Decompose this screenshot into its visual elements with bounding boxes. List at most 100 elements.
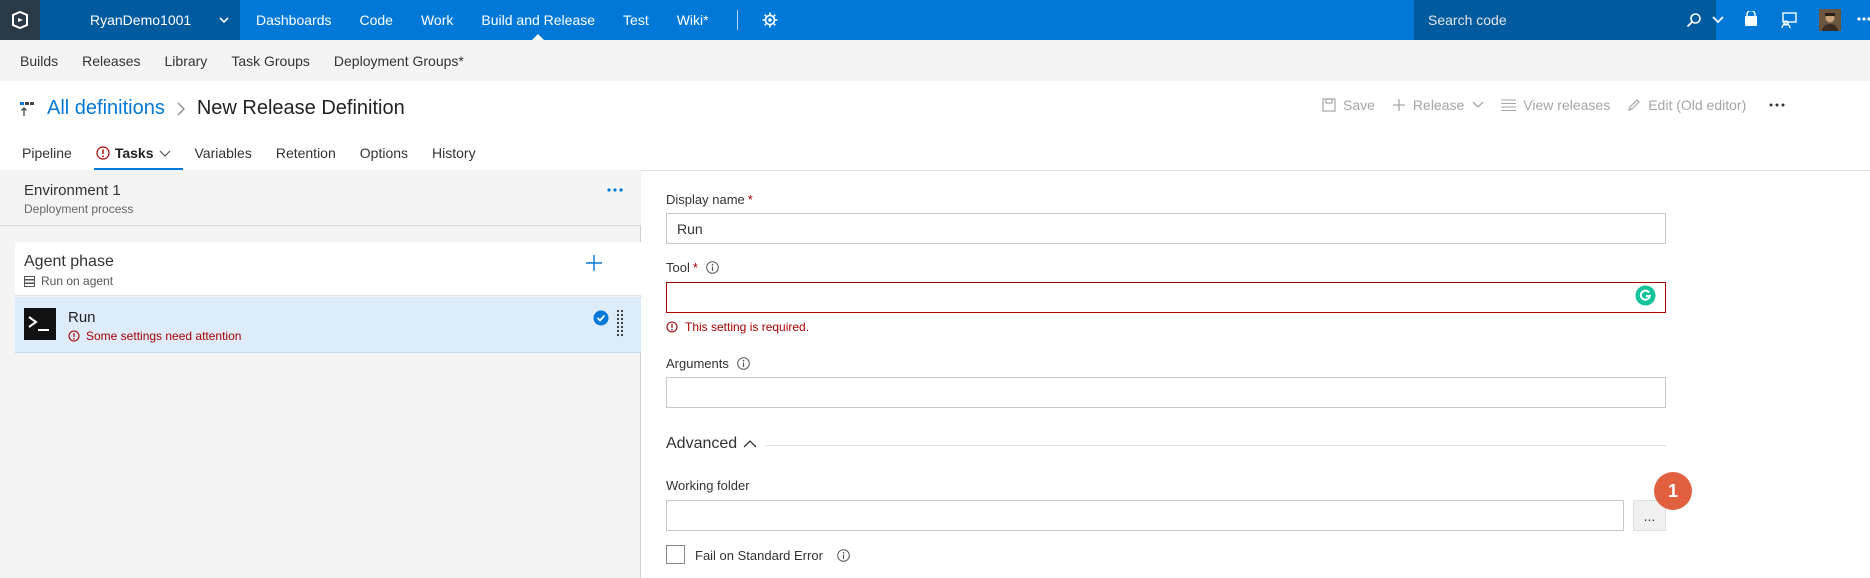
fail-on-stderr-label: Fail on Standard Error [695,548,850,563]
step-badge: 1 [1654,472,1692,510]
nav-divider [736,10,738,30]
chevron-down-icon [1472,101,1484,108]
environment-more-icon[interactable] [607,188,623,192]
account-name: RyanDemo1001 [90,12,192,28]
agent-phase-name: Agent phase [24,253,114,270]
user-avatar[interactable] [1819,9,1841,31]
agent-phase-sub: Run on agent [24,274,113,288]
arguments-label: Arguments [666,356,750,371]
marketplace-bag-icon[interactable] [1743,11,1759,27]
breadcrumb-chevron-icon [177,102,185,116]
required-mark: * [747,192,753,207]
more-actions-icon[interactable] [1769,103,1792,107]
tab-retention[interactable]: Retention [264,136,348,170]
tab-variables[interactable]: Variables [183,136,264,170]
warning-circle-icon [666,321,678,333]
server-icon [24,275,35,287]
tab-options[interactable]: Options [348,136,420,170]
header-actions: Save Release View releases Edit (Old edi… [1322,97,1809,113]
fail-on-stderr-checkbox[interactable] [666,545,685,564]
subnav-library[interactable]: Library [153,53,220,69]
drag-grip-icon[interactable] [616,308,624,338]
process-pane [0,170,641,578]
environment-header[interactable]: Environment 1 Deployment process [0,170,641,226]
working-folder-label: Working folder [666,478,750,493]
sub-nav: Builds Releases Library Task Groups Depl… [0,40,1870,81]
account-selector[interactable]: RyanDemo1001 [40,0,240,40]
subnav-task-groups[interactable]: Task Groups [219,53,322,69]
tab-tasks[interactable]: Tasks [84,136,183,170]
tool-label: Tool * [666,260,719,275]
view-releases-label: View releases [1523,97,1611,113]
search-scope-chevron-icon[interactable] [1711,14,1725,26]
agent-phase-sub-label: Run on agent [41,274,114,288]
search-box[interactable]: Search code [1414,0,1716,40]
tab-history[interactable]: History [420,136,488,170]
save-button[interactable]: Save [1322,97,1375,113]
search-placeholder: Search code [1428,12,1507,28]
chevron-down-icon [159,150,170,157]
advanced-section-toggle[interactable]: Advanced [666,435,757,453]
save-icon [1322,98,1336,112]
save-label: Save [1343,97,1375,113]
display-name-input[interactable]: Run [666,213,1666,244]
vsts-logo-icon[interactable] [0,0,40,40]
arguments-input[interactable] [666,377,1666,408]
release-definition-icon [20,101,34,117]
tool-error-text: This setting is required. [685,320,810,334]
breadcrumb-all-definitions[interactable]: All definitions [47,97,165,120]
chevron-up-icon [743,440,757,448]
fail-on-stderr-label-text: Fail on Standard Error [695,548,823,563]
task-warning-text: Some settings need attention [86,329,242,343]
subnav-deployment-groups[interactable]: Deployment Groups* [322,53,476,69]
nav-wiki[interactable]: Wiki* [663,0,723,40]
top-nav: Dashboards Code Work Build and Release T… [242,0,788,40]
nav-build-and-release[interactable]: Build and Release [467,0,609,40]
chevron-down-icon [218,14,230,26]
subnav-builds[interactable]: Builds [8,53,70,69]
add-task-plus-icon[interactable] [586,255,602,271]
task-name: Run [68,309,96,326]
settings-gear-icon[interactable] [752,12,788,28]
edit-old-editor-label: Edit (Old editor) [1648,97,1747,113]
search-icon[interactable] [1686,12,1702,28]
subnav-releases[interactable]: Releases [70,53,152,69]
advanced-label: Advanced [666,435,738,452]
release-button[interactable]: Release [1392,97,1484,113]
tool-input[interactable] [666,282,1666,313]
agent-phase[interactable]: Agent phase Run on agent [15,242,641,296]
breadcrumb: All definitions New Release Definition [20,97,405,120]
tool-label-text: Tool [666,260,690,275]
display-name-label-text: Display name [666,192,745,207]
info-icon [837,549,850,562]
arguments-label-text: Arguments [666,356,729,371]
overflow-menu-icon[interactable] [1857,12,1870,26]
task-warning: Some settings need attention [68,329,241,343]
plus-icon [1392,99,1405,111]
feedback-icon[interactable] [1780,11,1798,29]
list-icon [1501,99,1517,111]
advanced-divider [765,445,1666,446]
grammarly-icon[interactable] [1635,285,1656,306]
working-folder-label-text: Working folder [666,478,750,493]
environment-name: Environment 1 [24,182,121,199]
tab-pipeline[interactable]: Pipeline [10,136,84,170]
nav-code[interactable]: Code [346,0,407,40]
view-releases-button[interactable]: View releases [1501,97,1610,113]
page-title: New Release Definition [196,97,405,119]
warning-circle-icon [68,330,80,342]
info-icon [706,261,719,274]
nav-test[interactable]: Test [609,0,663,40]
edit-old-editor-button[interactable]: Edit (Old editor) [1627,97,1746,113]
working-folder-input[interactable] [666,500,1624,531]
nav-work[interactable]: Work [407,0,467,40]
nav-dashboards[interactable]: Dashboards [242,0,346,40]
warning-circle-icon [96,146,110,160]
release-label: Release [1412,97,1465,113]
required-mark: * [692,260,698,275]
task-run[interactable]: Run Some settings need attention [15,297,641,353]
info-icon [737,357,750,370]
task-enabled-check-icon[interactable] [593,310,609,326]
pencil-icon [1628,99,1641,111]
definition-tabs: Pipeline Tasks Variables Retention Optio… [10,136,488,170]
